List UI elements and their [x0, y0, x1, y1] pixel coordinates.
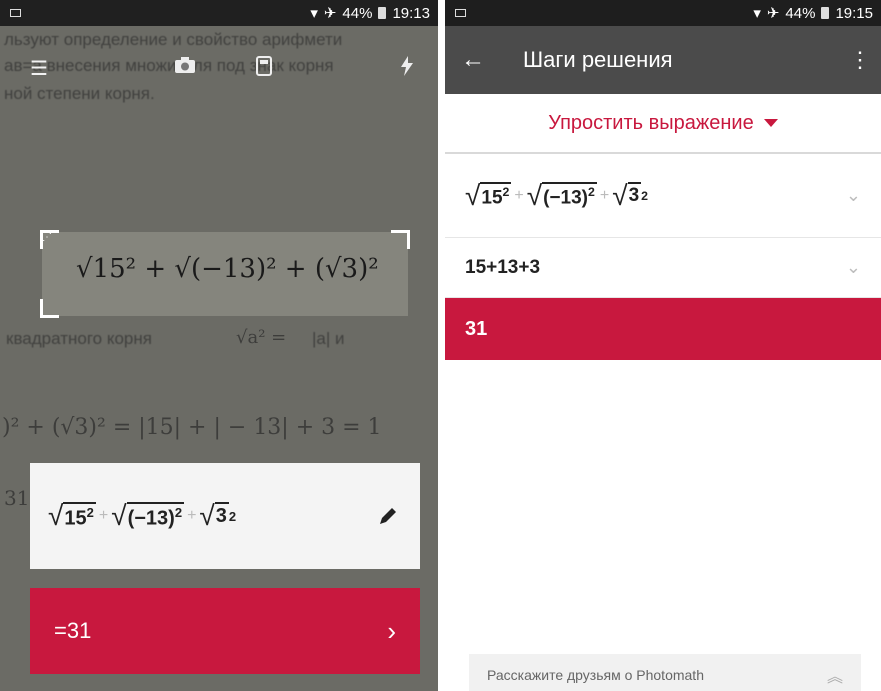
radical: √ (−13)2: [526, 179, 597, 211]
scanned-expression: √15² + √(−13)² + (√3)²: [76, 254, 379, 284]
background-math: )² + (√3)² = |15| + | − 13| + 3 = 1: [2, 415, 382, 440]
menu-icon[interactable]: ☰: [30, 56, 48, 81]
screenshot-divider: [438, 0, 445, 691]
status-bar: ▾ ✈ 44% 19:15: [445, 0, 881, 26]
answer-button[interactable]: =31 ›: [30, 588, 420, 674]
crop-corner[interactable]: [40, 230, 59, 249]
notification-icon: [453, 6, 467, 20]
solution-step[interactable]: √ 152 + √ (−13)2 + √ 3 2 ⌄: [445, 154, 881, 238]
wifi-icon: ▾: [310, 5, 318, 22]
solution-step[interactable]: 15+13+3 ⌄: [445, 238, 881, 298]
solution-steps-screen: ▾ ✈ 44% 19:15 ← Шаги решения ⋮ Упростить…: [445, 0, 881, 691]
crop-corner[interactable]: [391, 230, 410, 249]
final-answer: 31: [445, 298, 881, 360]
page-title: Шаги решения: [523, 47, 673, 72]
method-label: Упростить выражение: [548, 111, 754, 134]
scan-crop-frame[interactable]: ⋰ √15² + √(−13)² + (√3)²: [40, 230, 410, 318]
caret-down-icon: [763, 119, 778, 127]
camera-toolbar: ☰: [0, 56, 438, 86]
method-dropdown[interactable]: Упростить выражение: [445, 94, 881, 152]
battery-level: 44%: [342, 4, 373, 22]
step-expression: √ 152 + √ (−13)2 + √ 3 2: [465, 179, 649, 211]
share-banner[interactable]: Расскажите друзьям о Photomath ︽: [469, 654, 861, 691]
radical: √ 152: [465, 179, 512, 211]
battery-icon: [821, 7, 830, 19]
clock: 19:15: [835, 4, 873, 22]
battery-icon: [378, 7, 387, 19]
recognized-expression-card[interactable]: √ 152 + √ (−13)2 + √ 3 2: [30, 463, 420, 569]
edit-icon[interactable]: [374, 502, 402, 530]
radical: √ 3: [199, 500, 229, 531]
background-text-line: ной степени корня.: [4, 84, 155, 103]
back-arrow-icon[interactable]: ←: [461, 46, 501, 74]
clock: 19:13: [392, 4, 430, 22]
answer-label: =31: [54, 618, 92, 643]
airplane-icon: ✈: [766, 5, 780, 22]
more-vert-icon[interactable]: ⋮: [849, 47, 871, 73]
background-text-line: |a| и: [312, 329, 345, 348]
camera-screen: ▾ ✈ 44% 19:13 льзуют определение и свойс…: [0, 0, 438, 691]
radical: √ 152: [48, 500, 96, 531]
calculator-icon[interactable]: [256, 56, 272, 82]
share-label: Расскажите друзьям о Photomath: [487, 667, 704, 683]
crop-corner[interactable]: [40, 299, 59, 318]
camera-icon[interactable]: [174, 56, 196, 80]
airplane-icon: ✈: [323, 5, 337, 22]
chevron-down-icon[interactable]: ⌄: [846, 257, 861, 278]
wifi-icon: ▾: [753, 5, 761, 22]
chevron-down-icon[interactable]: ⌄: [846, 185, 861, 206]
flash-icon[interactable]: [400, 56, 414, 82]
final-answer-value: 31: [465, 317, 488, 340]
app-bar: ← Шаги решения ⋮: [445, 26, 881, 94]
status-bar: ▾ ✈ 44% 19:13: [0, 0, 438, 26]
chevron-right-icon: ›: [387, 615, 396, 646]
notification-icon: [8, 6, 22, 20]
chevron-up-icon[interactable]: ︽: [827, 663, 843, 687]
step-expression: 15+13+3: [465, 256, 541, 278]
radical: √ (−13)2: [111, 500, 185, 531]
radical: √ 3: [612, 179, 642, 211]
background-text-line: льзуют определение и свойство арифмети: [4, 30, 343, 49]
battery-level: 44%: [785, 4, 816, 22]
recognized-expression: √ 152 + √ (−13)2 + √ 3 2: [48, 500, 237, 531]
